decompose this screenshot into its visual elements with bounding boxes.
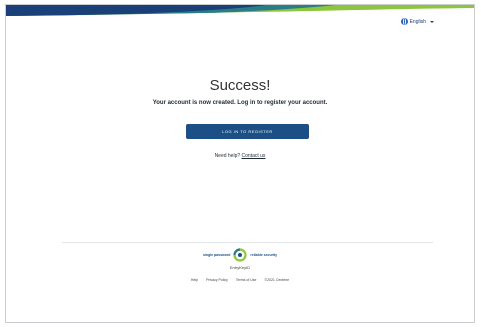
header-banner <box>6 5 474 16</box>
browser-frame: English Success! Your account is now cre… <box>5 4 475 323</box>
footer-link-help[interactable]: Help <box>191 278 198 282</box>
chevron-down-icon <box>430 20 434 23</box>
footer-link-terms-of-use[interactable]: Terms of Use <box>236 278 257 282</box>
footer-divider <box>62 242 433 243</box>
tagline-right: reliable security <box>250 253 278 257</box>
tagline-left: single password <box>202 253 231 257</box>
login-to-register-button[interactable]: LOG IN TO REGISTER <box>186 124 309 139</box>
entrykeyid-logo-icon <box>233 248 247 262</box>
globe-icon <box>400 18 408 25</box>
banner-graphic <box>6 5 474 16</box>
brand-lockup: single password reliable security <box>6 248 474 262</box>
footer-links: Help Privacy Policy Terms of Use ©2021 C… <box>6 278 474 282</box>
help-prefix: Need help? <box>214 153 241 159</box>
success-message: Your account is now created. Log in to r… <box>152 100 328 106</box>
footer-copyright: ©2021 Centene <box>264 278 290 282</box>
contact-us-link[interactable]: Contact us <box>242 153 266 159</box>
language-selector[interactable]: English <box>400 18 434 25</box>
help-text: Need help? Contact us <box>6 153 474 159</box>
logo-name: EntryKeyID <box>229 265 251 270</box>
page-title: Success! <box>209 77 271 94</box>
footer-link-privacy-policy[interactable]: Privacy Policy <box>206 278 228 282</box>
language-label: English <box>409 18 426 25</box>
